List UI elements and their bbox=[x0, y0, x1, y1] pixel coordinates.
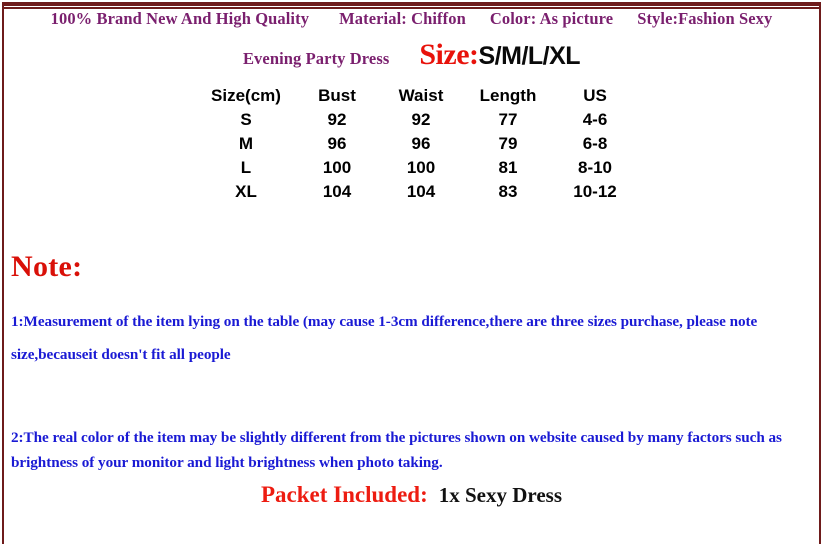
cell-waist: 96 bbox=[411, 134, 431, 153]
note-heading: Note: bbox=[11, 250, 83, 283]
cell-waist: 100 bbox=[406, 158, 436, 177]
column-header-us: US bbox=[583, 86, 607, 105]
cell-us: 6-8 bbox=[582, 134, 608, 153]
cell-length: 79 bbox=[498, 134, 518, 153]
cell-us: 4-6 bbox=[582, 110, 608, 129]
cell-length: 81 bbox=[498, 158, 518, 177]
header-color-text: Color: As picture bbox=[489, 9, 614, 28]
header-quality-text: 100% Brand New And High Quality bbox=[50, 9, 310, 28]
header-dress-type-text: Evening Party Dress bbox=[242, 49, 390, 68]
size-value: S/M/L/XL bbox=[478, 42, 581, 70]
column-header-length: Length bbox=[479, 86, 537, 105]
column-header-size: Size(cm) bbox=[211, 86, 281, 105]
table-row: S 92 92 77 4-6 bbox=[196, 108, 638, 132]
note-item-1: 1:Measurement of the item lying on the t… bbox=[11, 313, 758, 363]
cell-waist: 92 bbox=[411, 110, 431, 129]
product-size-chart-image: 100% Brand New And High Quality Material… bbox=[0, 0, 823, 544]
cell-size: M bbox=[238, 134, 254, 153]
packet-included-line: Packet Included: 1x Sexy Dress bbox=[0, 482, 823, 508]
packet-included-label: Packet Included: bbox=[260, 482, 428, 507]
cell-us: 10-12 bbox=[573, 182, 617, 201]
table-row: L 100 100 81 8-10 bbox=[196, 156, 638, 180]
header-material-text: Material: Chiffon bbox=[339, 9, 466, 28]
cell-bust: 92 bbox=[327, 110, 347, 129]
cell-size: S bbox=[240, 110, 252, 129]
cell-size: L bbox=[240, 158, 252, 177]
size-label: Size: bbox=[419, 38, 479, 71]
column-header-bust: Bust bbox=[318, 86, 356, 105]
cell-bust: 100 bbox=[322, 158, 352, 177]
cell-size: XL bbox=[235, 182, 257, 201]
header-line-2: Evening Party Dress Size:S/M/L/XL bbox=[0, 38, 823, 72]
column-header-waist: Waist bbox=[398, 86, 444, 105]
cell-bust: 96 bbox=[327, 134, 347, 153]
table-header-row: Size(cm) Bust Waist Length US bbox=[196, 84, 638, 108]
cell-waist: 104 bbox=[406, 182, 436, 201]
size-chart-table: Size(cm) Bust Waist Length US S 92 92 77… bbox=[196, 84, 638, 204]
cell-length: 83 bbox=[498, 182, 518, 201]
note-item-2: 2:The real color of the item may be slig… bbox=[11, 429, 782, 471]
header-line-1: 100% Brand New And High Quality Material… bbox=[0, 9, 823, 29]
table-row: M 96 96 79 6-8 bbox=[196, 132, 638, 156]
cell-bust: 104 bbox=[322, 182, 352, 201]
cell-length: 77 bbox=[498, 110, 518, 129]
header-style-text: Style:Fashion Sexy bbox=[637, 9, 773, 28]
table-row: XL 104 104 83 10-12 bbox=[196, 180, 638, 204]
cell-us: 8-10 bbox=[577, 158, 613, 177]
packet-included-value: 1x Sexy Dress bbox=[438, 483, 563, 507]
